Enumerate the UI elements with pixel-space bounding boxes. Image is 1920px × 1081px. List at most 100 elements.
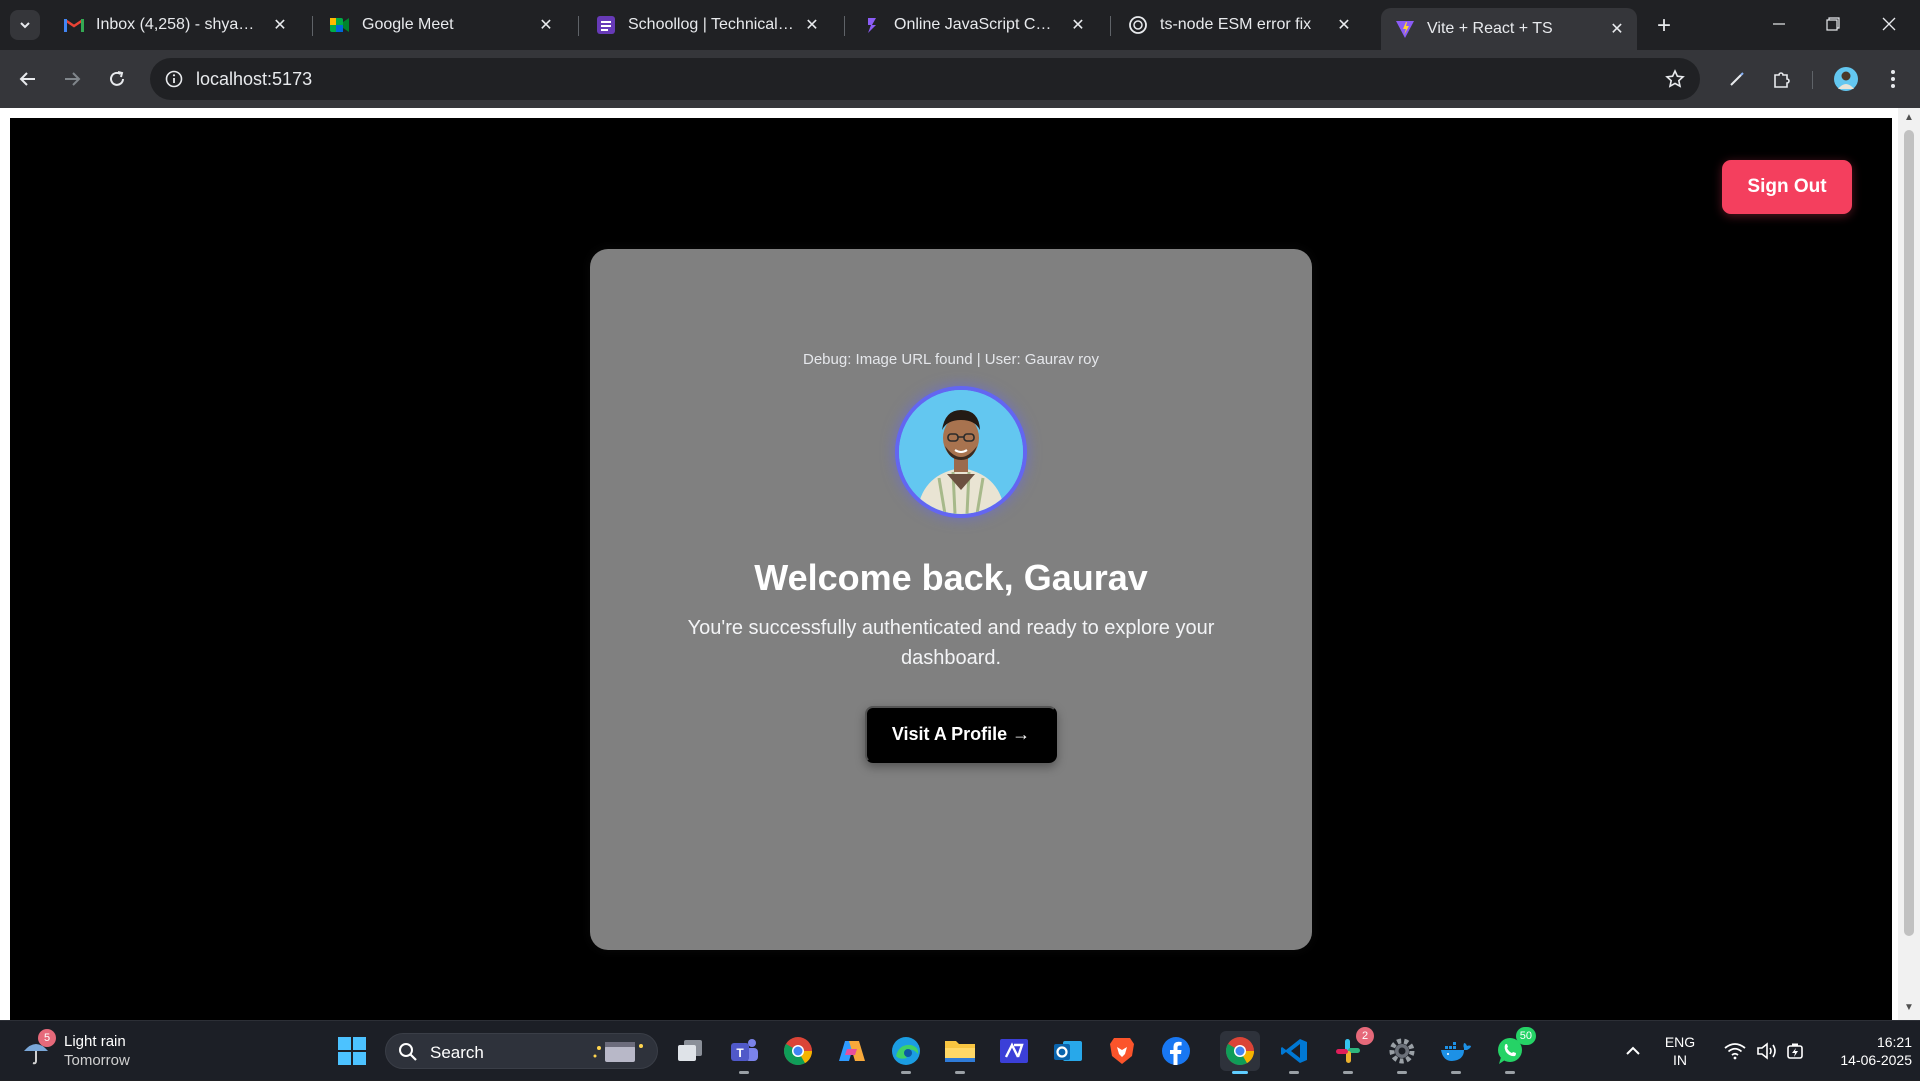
settings-app[interactable]	[1382, 1031, 1422, 1074]
bookmark-star-icon[interactable]	[1662, 66, 1688, 92]
brave-app[interactable]	[1102, 1031, 1142, 1071]
forms-icon	[596, 15, 616, 35]
tab-vite-react[interactable]: Vite + React + TS ✕	[1381, 8, 1637, 50]
browser-toolbar: localhost:5173	[0, 50, 1920, 108]
system-clock[interactable]: 16:21 14-06-2025	[1812, 1033, 1912, 1069]
start-button[interactable]	[332, 1031, 372, 1071]
extensions-puzzle-icon[interactable]	[1766, 63, 1798, 95]
close-icon[interactable]: ✕	[536, 15, 556, 35]
welcome-card: Debug: Image URL found | User: Gaurav ro…	[590, 249, 1312, 950]
edge-app[interactable]	[886, 1031, 926, 1074]
copilot-app[interactable]	[832, 1031, 872, 1071]
more-vertical-icon	[1891, 70, 1895, 88]
restore-button[interactable]	[1810, 6, 1856, 42]
close-icon[interactable]: ✕	[1607, 19, 1627, 39]
arrow-left-icon	[19, 72, 35, 86]
compiler-icon	[862, 15, 882, 35]
tab-schoollog[interactable]: Schoollog | Technical Test F ✕	[582, 8, 832, 42]
vscode-app[interactable]	[1274, 1031, 1314, 1074]
site-info-icon[interactable]	[160, 65, 188, 93]
close-icon[interactable]: ✕	[802, 15, 822, 35]
chrome-menu-button[interactable]	[1877, 63, 1909, 95]
window-close-button[interactable]	[1866, 6, 1912, 42]
search-highlight-icon	[593, 1042, 643, 1062]
copilot-icon	[839, 1041, 865, 1061]
reload-button[interactable]	[101, 63, 133, 95]
pen-extension-icon[interactable]	[1721, 63, 1753, 95]
weather-condition: Light rain	[64, 1033, 126, 1050]
tab-gmail[interactable]: Inbox (4,258) - shyamolroy ✕	[50, 8, 300, 42]
search-label: Search	[430, 1043, 484, 1062]
chrome-icon	[784, 1037, 812, 1065]
visual-studio-icon	[1000, 1039, 1028, 1063]
tab-title: Vite + React + TS	[1427, 20, 1553, 37]
whatsapp-app[interactable]: 50	[1490, 1027, 1536, 1074]
close-icon[interactable]: ✕	[1334, 15, 1354, 35]
volume-icon	[1757, 1042, 1776, 1060]
input-language[interactable]: ENG IN	[1660, 1033, 1700, 1069]
chrome-active-app[interactable]	[1220, 1031, 1260, 1074]
facebook-app[interactable]	[1156, 1031, 1196, 1071]
search-icon	[399, 1043, 417, 1061]
profile-avatar[interactable]	[1830, 63, 1862, 95]
quick-settings-button[interactable]	[1712, 1021, 1816, 1081]
new-tab-button[interactable]: +	[1650, 12, 1678, 40]
chevron-down-icon	[20, 22, 30, 29]
visit-profile-button[interactable]: Visit A Profile →	[865, 706, 1057, 763]
scroll-up-arrow-icon[interactable]: ▲	[1903, 112, 1915, 124]
tab-title: Inbox (4,258) - shyamolroy	[96, 16, 262, 33]
minimize-button[interactable]	[1756, 6, 1802, 42]
teams-app[interactable]: T	[724, 1031, 764, 1074]
taskbar-search[interactable]: Search	[385, 1033, 658, 1069]
visual-studio-app[interactable]	[994, 1031, 1034, 1071]
battery-charging-icon	[1787, 1043, 1803, 1059]
user-avatar	[895, 386, 1027, 518]
show-hidden-icons-button[interactable]	[1618, 1021, 1648, 1081]
gmail-icon	[64, 15, 84, 35]
close-icon[interactable]: ✕	[1068, 15, 1088, 35]
chevron-up-icon	[1626, 1046, 1640, 1055]
wifi-icon	[1724, 1043, 1746, 1060]
vscode-icon	[1281, 1039, 1307, 1063]
file-explorer-app[interactable]	[940, 1031, 980, 1074]
forward-button[interactable]	[56, 63, 88, 95]
teams-icon: T	[731, 1039, 758, 1061]
task-view-app[interactable]	[670, 1031, 710, 1071]
tab-google-meet[interactable]: Google Meet ✕	[316, 8, 566, 42]
whatsapp-badge: 50	[1515, 1027, 1536, 1045]
plus-icon: +	[1656, 12, 1671, 39]
minimize-icon	[1773, 23, 1785, 25]
outlook-app[interactable]	[1048, 1031, 1088, 1071]
slack-badge: 2	[1356, 1027, 1374, 1045]
welcome-subtitle: You're successfully authenticated and re…	[687, 617, 1215, 669]
page-scrollbar[interactable]: ▲ ▼	[1898, 108, 1920, 1020]
debug-text: Debug: Image URL found | User: Gaurav ro…	[803, 351, 1099, 368]
avatar-icon	[1834, 67, 1858, 91]
sign-out-button[interactable]: Sign Out	[1722, 160, 1852, 214]
user-photo-icon	[899, 390, 1023, 514]
scroll-down-arrow-icon[interactable]: ▼	[1903, 1002, 1915, 1014]
task-view-icon	[678, 1040, 702, 1061]
docker-app[interactable]	[1436, 1031, 1476, 1074]
tab-title: Online JavaScript Compiler	[894, 16, 1060, 33]
weather-widget[interactable]: 5 Light rain Tomorrow	[18, 1029, 158, 1073]
back-button[interactable]	[12, 63, 44, 95]
chrome-app[interactable]	[778, 1031, 818, 1071]
address-bar[interactable]: localhost:5173	[150, 58, 1700, 100]
clock-time: 16:21	[1876, 1034, 1912, 1050]
tab-title: Google Meet	[362, 16, 454, 33]
slack-app[interactable]: 2	[1328, 1027, 1374, 1074]
welcome-title: Welcome back, Gaurav	[754, 557, 1148, 598]
folder-icon	[945, 1041, 975, 1062]
url-text[interactable]: localhost:5173	[196, 69, 312, 90]
close-icon[interactable]: ✕	[270, 15, 290, 35]
page-frame: Sign Out Debug: Image URL found | User: …	[0, 108, 1920, 1020]
tab-search-button[interactable]	[10, 10, 40, 40]
brave-icon	[1110, 1038, 1134, 1064]
tab-js-compiler[interactable]: Online JavaScript Compiler ✕	[848, 8, 1098, 42]
page-viewport: Sign Out Debug: Image URL found | User: …	[10, 118, 1892, 1020]
vite-icon	[1395, 19, 1415, 39]
tab-ts-node[interactable]: ts-node ESM error fix ✕	[1114, 8, 1364, 42]
weather-time: Tomorrow	[64, 1052, 130, 1069]
scroll-thumb[interactable]	[1904, 130, 1914, 936]
